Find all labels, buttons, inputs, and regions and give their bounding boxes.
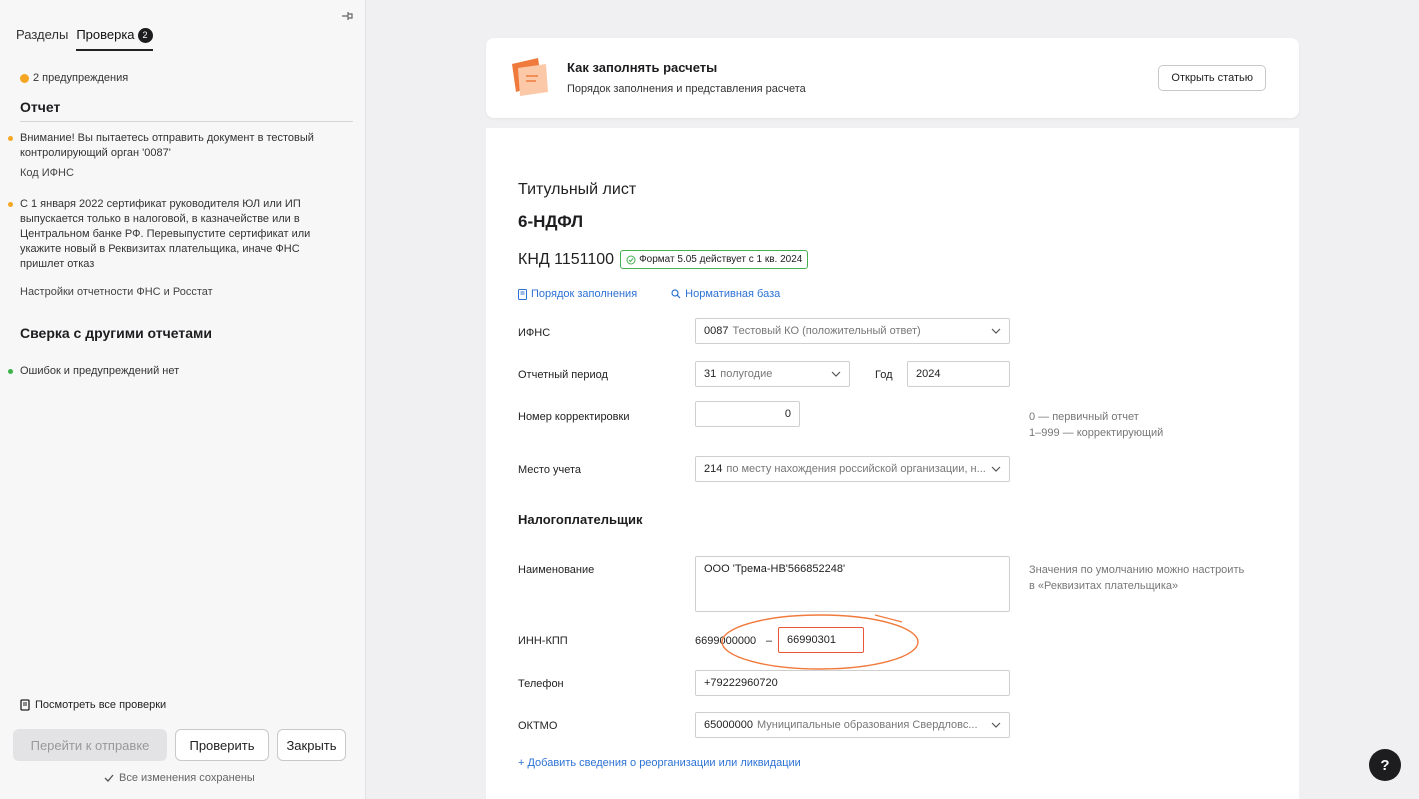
place-label: Место учета [518, 464, 582, 476]
section-divider [20, 121, 353, 122]
chevron-down-icon [991, 328, 1001, 334]
knd-line: КНД 1151100 Формат 5.05 действует с 1 кв… [518, 250, 809, 269]
check-circle-icon [626, 255, 636, 264]
inn-kpp-label: ИНН-КПП [518, 635, 568, 647]
go-to-send-button[interactable]: Перейти к отправке [13, 729, 167, 761]
warning-message-test-ko: Внимание! Вы пытаетесь отправить докумен… [8, 131, 340, 161]
chevron-down-icon [991, 466, 1001, 472]
year-input[interactable]: 2024 [907, 361, 1010, 387]
info-card-subtitle: Порядок заполнения и представления расче… [567, 83, 806, 95]
chevron-down-icon [831, 371, 841, 377]
warning-dot-icon [20, 73, 29, 83]
warning-bullet-icon [8, 136, 13, 141]
compare-ok-message: Ошибок и предупреждений нет [8, 364, 340, 379]
document-icon [20, 699, 30, 711]
ifns-label: ИФНС [518, 327, 551, 339]
correction-input[interactable]: 0 [695, 401, 800, 427]
link-ifns-code[interactable]: Код ИФНС [20, 167, 74, 179]
compare-section-title: Сверка с другими отчетами [20, 325, 212, 341]
warnings-summary: 2 предупреждения [20, 72, 128, 84]
pin-icon[interactable] [340, 9, 354, 23]
period-label: Отчетный период [518, 369, 608, 381]
check-count-badge: 2 [137, 28, 153, 43]
how-to-fill-card: Как заполнять расчеты Порядок заполнения… [486, 38, 1299, 118]
ifns-select[interactable]: 0087 Тестовый КО (положительный ответ) [695, 318, 1010, 344]
correction-hint: 0 — первичный отчет 1–999 — корректирующ… [1029, 411, 1164, 439]
warning-message-certificate: С 1 января 2022 сертификат руководителя … [8, 197, 340, 272]
format-badge: Формат 5.05 действует с 1 кв. 2024 [620, 250, 809, 269]
fill-order-link[interactable]: Порядок заполнения [518, 288, 637, 300]
phone-input[interactable]: +79222960720 [695, 670, 1010, 696]
form-links: Порядок заполнения Нормативная база [518, 288, 780, 300]
view-all-checks-link[interactable]: Посмотреть все проверки [20, 699, 166, 711]
correction-label: Номер корректировки [518, 411, 630, 423]
ok-bullet-icon [8, 369, 13, 374]
tab-check[interactable]: Проверка 2 [76, 27, 153, 51]
book-icon [512, 58, 548, 96]
open-article-button[interactable]: Открыть статью [1158, 65, 1266, 91]
check-button[interactable]: Проверить [175, 729, 269, 761]
name-textarea[interactable]: ООО 'Трема-НВ'566852248' [695, 556, 1010, 612]
oktmo-select[interactable]: 65000000 Муниципальные образования Свердл… [695, 712, 1010, 738]
form-name: 6-НДФЛ [518, 212, 584, 231]
chevron-down-icon [991, 722, 1001, 728]
highlight-ellipse [721, 614, 919, 670]
check-mark-icon [104, 774, 114, 782]
report-section-title: Отчет [20, 99, 61, 115]
warning-bullet-icon [8, 202, 13, 207]
taxpayer-title: Налогоплательщик [518, 512, 643, 527]
sidebar: Разделы Проверка 2 2 предупреждения Отчет… [0, 0, 366, 799]
name-label: Наименование [518, 564, 595, 576]
regulatory-base-link[interactable]: Нормативная база [671, 288, 780, 300]
link-reporting-settings[interactable]: Настройки отчетности ФНС и Росстат [20, 286, 213, 298]
period-select[interactable]: 31 полугодие [695, 361, 850, 387]
sheet-title: Титульный лист [518, 181, 637, 198]
year-label: Год [875, 369, 893, 381]
tab-sections[interactable]: Разделы [16, 27, 68, 51]
phone-label: Телефон [518, 678, 564, 690]
add-reorganization-link[interactable]: + Добавить сведения о реорганизации или … [518, 757, 801, 769]
close-button[interactable]: Закрыть [277, 729, 346, 761]
place-select[interactable]: 214 по месту нахождения российской органи… [695, 456, 1010, 482]
saved-status: Все изменения сохранены [104, 772, 255, 784]
name-hint: Значения по умолчанию можно настроить в … [1029, 564, 1245, 592]
oktmo-label: ОКТМО [518, 720, 558, 732]
info-card-title: Как заполнять расчеты [567, 60, 718, 75]
sidebar-tabs: Разделы Проверка 2 [16, 27, 153, 51]
help-button[interactable]: ? [1369, 749, 1401, 781]
book-small-icon [518, 288, 527, 300]
form-card: Титульный лист 6-НДФЛ КНД 1151100 Формат… [486, 128, 1299, 799]
search-icon [671, 289, 681, 299]
